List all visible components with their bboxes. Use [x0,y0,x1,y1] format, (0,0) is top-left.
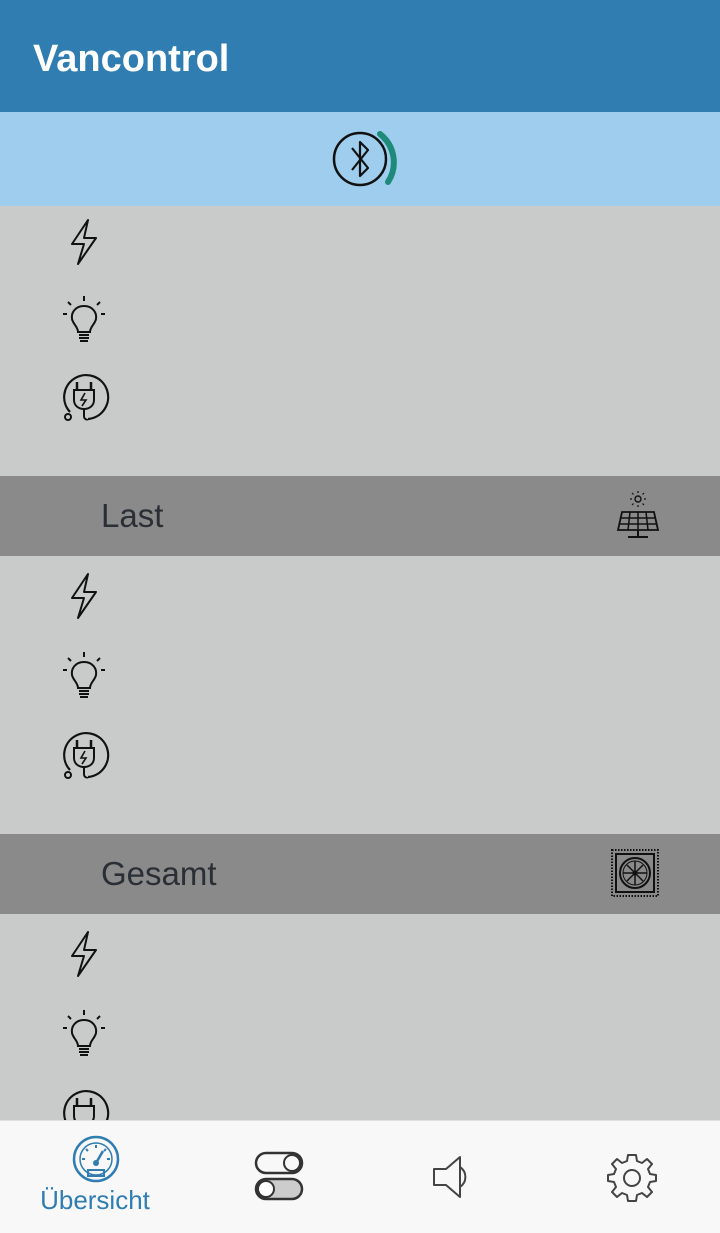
app-title: Vancontrol [33,38,230,80]
plug-icon [63,732,110,779]
nav-item-settings[interactable] [540,1121,720,1233]
speaker-icon [433,1156,467,1198]
nav-item-sound[interactable] [360,1121,540,1233]
section-header-last: Last [0,476,720,556]
section-gesamt-rows [0,914,720,1120]
lightning-icon [71,219,97,265]
plug-icon [63,374,110,421]
bottom-navigation: Übersicht [0,1120,720,1233]
section-last-rows [0,556,720,834]
speedometer-icon [72,1135,120,1183]
fan-vent-icon [611,849,659,897]
lightbulb-icon [63,652,105,698]
lightning-icon [71,573,97,619]
nav-item-switches[interactable] [180,1121,360,1233]
app-bar: Vancontrol [0,0,720,112]
solar-panel-icon [616,491,660,538]
lightbulb-icon [63,1010,105,1056]
section-header-gesamt: Gesamt [0,834,720,914]
lightning-icon [71,931,97,977]
toggle-switches-icon [254,1151,304,1201]
bluetooth-icon[interactable] [330,126,402,190]
nav-label: Übersicht [40,1185,150,1215]
gear-icon [607,1154,657,1202]
section-title: Last [101,497,164,534]
section-1-rows [0,206,720,476]
lightbulb-icon [63,296,105,342]
nav-item-uebersicht[interactable]: Übersicht [0,1121,180,1233]
section-title: Gesamt [101,855,217,892]
bluetooth-status-bar[interactable] [0,112,720,206]
plug-icon [63,1090,110,1120]
